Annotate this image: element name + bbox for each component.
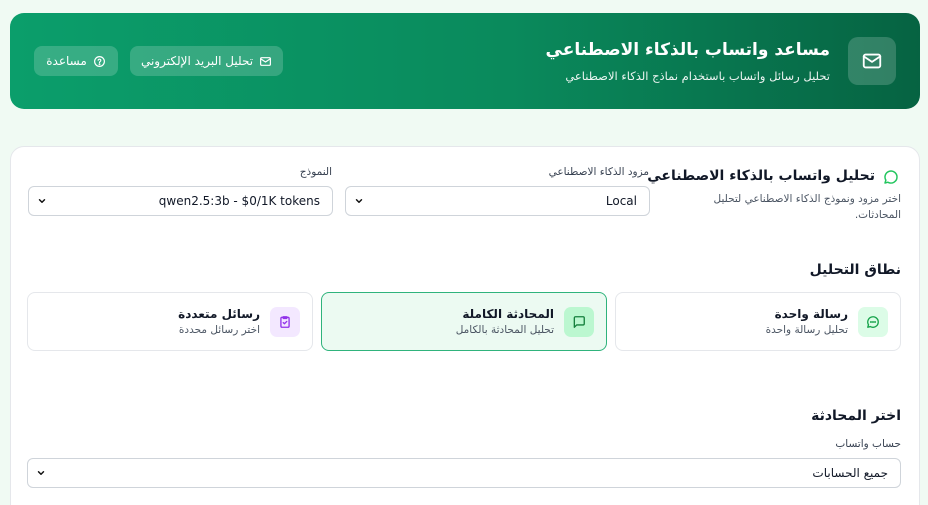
provider-label: مزود الذكاء الاصطناعي	[548, 166, 649, 178]
help-label: مساعدة	[46, 54, 87, 68]
scope-option-multiple[interactable]: رسائل متعددة اختر رسائل محددة	[27, 292, 313, 351]
scope-title: نطاق التحليل	[809, 262, 901, 278]
model-label: النموذج	[299, 166, 332, 178]
model-value: qwen2.5:3b - $0/1K tokens	[158, 194, 320, 208]
app-header: مساعد واتساب بالذكاء الاصطناعي تحليل رسا…	[10, 13, 920, 109]
clipboard-check-icon	[270, 307, 300, 337]
panel-description: اختر مزود ونموذج الذكاء الاصطناعي لتحليل…	[713, 193, 902, 221]
email-analysis-button[interactable]: تحليل البريد الإلكتروني	[130, 46, 283, 76]
page-subtitle: تحليل رسائل واتساب باستخدام نماذج الذكاء…	[565, 69, 830, 83]
chevron-down-icon	[37, 471, 45, 475]
envelope-icon	[260, 56, 272, 66]
whatsapp-chat-icon	[884, 170, 898, 184]
conversation-title: اختر المحادثة	[811, 408, 901, 424]
account-value: جميع الحسابات	[812, 466, 888, 480]
scope-option-title: رسالة واحدة	[774, 307, 848, 321]
model-select[interactable]: qwen2.5:3b - $0/1K tokens	[28, 186, 333, 216]
page-title: مساعد واتساب بالذكاء الاصطناعي	[545, 40, 830, 60]
account-label: حساب واتساب	[835, 438, 901, 450]
scope-option-subtitle: اختر رسائل محددة	[178, 324, 260, 336]
chevron-down-icon	[355, 199, 363, 203]
scope-option-title: المحادثة الكاملة	[462, 307, 554, 321]
scope-option-subtitle: تحليل المحادثة بالكامل	[455, 324, 554, 336]
chat-bubble-icon	[858, 307, 888, 337]
scope-option-full-conversation[interactable]: المحادثة الكاملة تحليل المحادثة بالكامل	[321, 292, 607, 351]
mail-icon	[848, 37, 896, 85]
provider-select[interactable]: Local	[345, 186, 650, 216]
help-button[interactable]: مساعدة	[34, 46, 118, 76]
scope-option-title: رسائل متعددة	[178, 307, 260, 321]
help-circle-icon	[93, 55, 105, 67]
analysis-card: تحليل واتساب بالذكاء الاصطناعي اختر مزود…	[10, 146, 920, 505]
email-analysis-label: تحليل البريد الإلكتروني	[140, 54, 254, 68]
chevron-down-icon	[38, 199, 46, 203]
provider-value: Local	[605, 194, 637, 208]
scope-option-subtitle: تحليل رسالة واحدة	[765, 324, 848, 336]
message-square-icon	[564, 307, 594, 337]
panel-title: تحليل واتساب بالذكاء الاصطناعي	[647, 168, 875, 184]
account-select[interactable]: جميع الحسابات	[27, 458, 901, 488]
scope-option-single[interactable]: رسالة واحدة تحليل رسالة واحدة	[615, 292, 901, 351]
